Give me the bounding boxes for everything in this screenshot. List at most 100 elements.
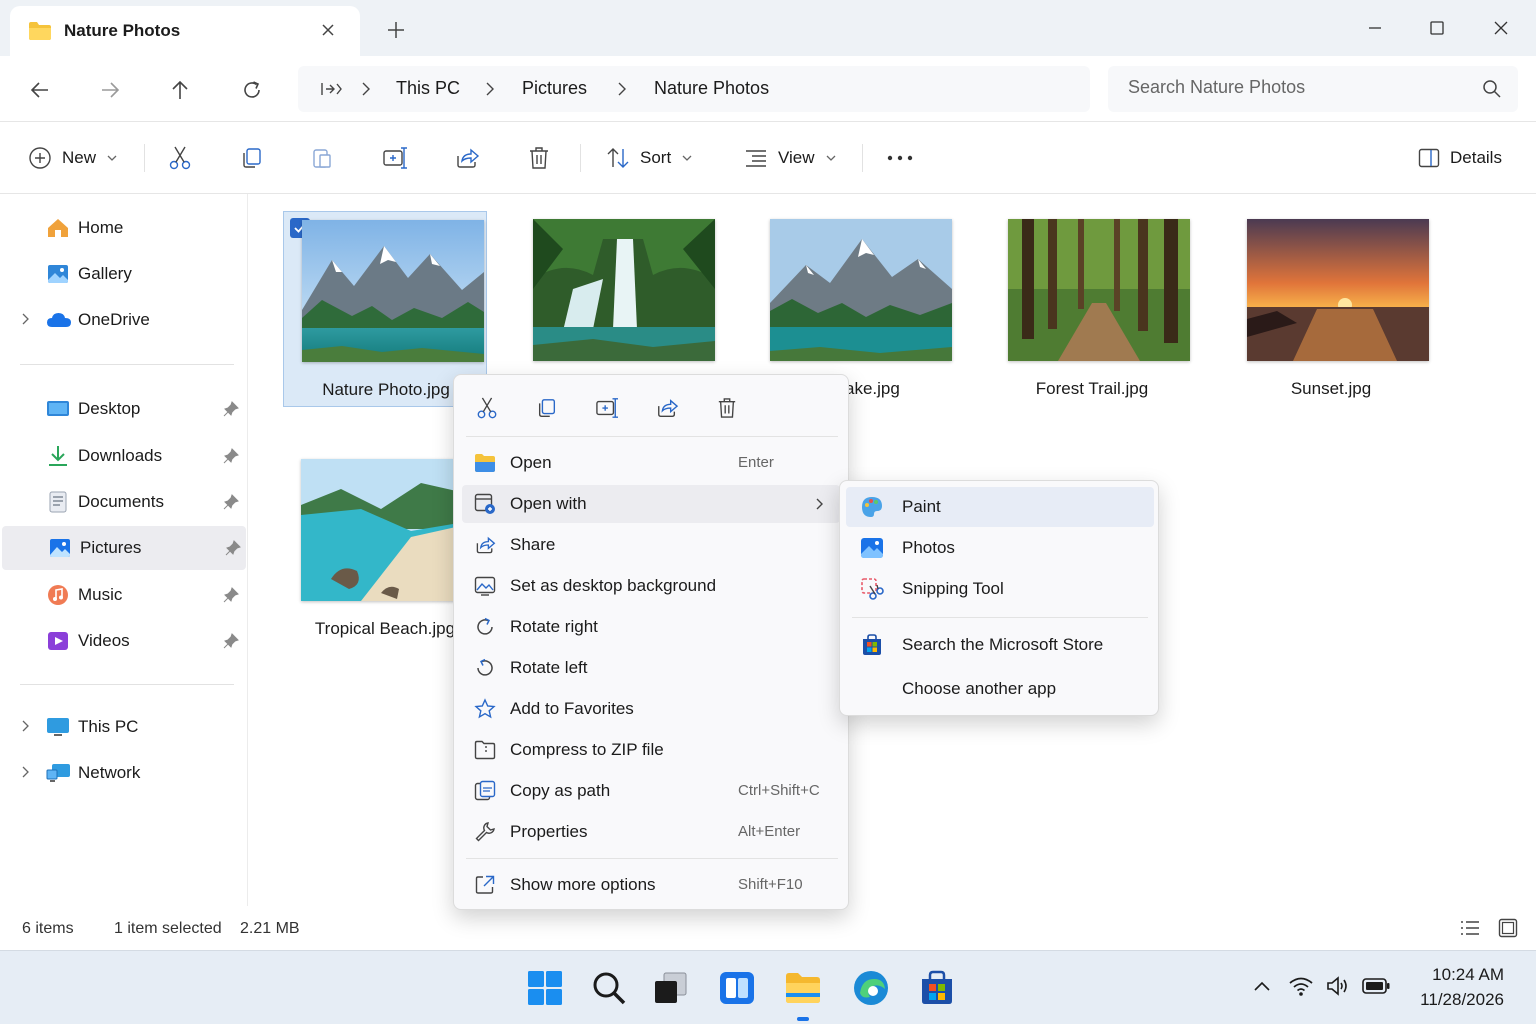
breadcrumb-nature-photos[interactable]: Nature Photos <box>654 78 769 99</box>
menu-item-show-more-options[interactable]: Show more options Shift+F10 <box>462 866 840 904</box>
widgets-icon[interactable] <box>718 969 756 1007</box>
sidebar-item-pictures[interactable]: Pictures <box>2 526 246 570</box>
sidebar-item-music[interactable]: Music <box>0 573 246 617</box>
back-arrow-icon[interactable] <box>20 70 60 110</box>
delete-button[interactable] <box>710 393 744 423</box>
breadcrumb-this-pc[interactable]: This PC <box>396 78 460 99</box>
details-view-icon[interactable] <box>1460 920 1480 936</box>
pin-icon[interactable] <box>222 493 240 511</box>
sidebar-item-videos[interactable]: Videos <box>0 619 246 663</box>
menu-item-open-with[interactable]: Open with <box>462 485 840 523</box>
plus-icon[interactable] <box>386 20 406 40</box>
close-icon[interactable] <box>320 22 336 38</box>
menu-item-open[interactable]: Open Enter <box>462 444 840 482</box>
file-item[interactable]: Forest Trail.jpg <box>990 211 1194 407</box>
clock-time[interactable]: 10:24 AM <box>1398 965 1504 985</box>
file-explorer-icon[interactable] <box>784 969 822 1007</box>
music-icon <box>46 583 70 607</box>
pin-icon[interactable] <box>222 447 240 465</box>
menu-item-set-desktop-background[interactable]: Set as desktop background <box>462 567 840 605</box>
minimize-icon[interactable] <box>1352 10 1398 46</box>
store-icon <box>860 633 884 657</box>
refresh-icon[interactable] <box>232 70 272 110</box>
cut-button[interactable] <box>470 393 504 423</box>
menu-item-rotate-left[interactable]: Rotate left <box>462 649 840 687</box>
menu-item-add-to-favorites[interactable]: Add to Favorites <box>462 690 840 728</box>
copy-icon <box>536 397 558 419</box>
search-input[interactable] <box>1128 77 1468 98</box>
task-view-icon[interactable] <box>652 969 690 1007</box>
submenu-item-snipping-tool[interactable]: Snipping Tool <box>846 569 1154 609</box>
address-bar[interactable]: This PC Pictures Nature Photos <box>298 66 1090 112</box>
pin-icon[interactable] <box>222 400 240 418</box>
paste-button[interactable] <box>310 142 334 174</box>
sidebar-item-home[interactable]: Home <box>0 206 246 250</box>
download-icon <box>46 444 70 468</box>
start-icon[interactable] <box>526 969 564 1007</box>
search-icon[interactable] <box>1482 79 1502 99</box>
menu-item-label: Rotate right <box>510 617 598 636</box>
delete-button[interactable] <box>528 142 550 174</box>
sidebar-item-documents[interactable]: Documents <box>0 480 246 524</box>
forward-arrow-icon[interactable] <box>90 70 130 110</box>
file-item[interactable]: Sunset.jpg <box>1229 211 1433 407</box>
sidebar-item-downloads[interactable]: Downloads <box>0 434 246 478</box>
pin-icon[interactable] <box>222 632 240 650</box>
menu-item-properties[interactable]: Properties Alt+Enter <box>462 813 840 851</box>
chevron-up-icon[interactable] <box>1252 979 1272 993</box>
tab-title: Nature Photos <box>64 21 181 40</box>
rename-button[interactable] <box>382 142 408 174</box>
new-button[interactable]: New <box>28 142 118 174</box>
more-options-button[interactable] <box>886 142 914 174</box>
menu-item-share[interactable]: Share <box>462 526 840 564</box>
share-button[interactable] <box>454 142 480 174</box>
wifi-icon[interactable] <box>1288 975 1314 997</box>
copy-button[interactable] <box>530 393 564 423</box>
expand-path-icon[interactable] <box>320 80 342 98</box>
up-arrow-icon[interactable] <box>160 70 200 110</box>
chevron-right-icon[interactable] <box>20 719 30 733</box>
copy-button[interactable] <box>240 142 264 174</box>
submenu-item-paint[interactable]: Paint <box>846 487 1154 527</box>
chevron-down-icon <box>681 153 693 163</box>
sidebar-item-desktop[interactable]: Desktop <box>0 387 246 431</box>
microsoft-store-icon[interactable] <box>918 969 956 1007</box>
close-window-icon[interactable] <box>1478 10 1524 46</box>
pin-icon[interactable] <box>222 586 240 604</box>
submenu-item-photos[interactable]: Photos <box>846 528 1154 568</box>
menu-item-copy-as-path[interactable]: Copy as path Ctrl+Shift+C <box>462 772 840 810</box>
trash-icon <box>717 397 737 419</box>
rename-icon <box>382 146 408 170</box>
sidebar-item-label: Gallery <box>78 264 132 283</box>
search-box[interactable] <box>1108 66 1518 112</box>
chevron-right-icon <box>616 80 628 98</box>
breadcrumb-pictures[interactable]: Pictures <box>522 78 587 99</box>
clock-date[interactable]: 11/28/2026 <box>1398 990 1504 1010</box>
volume-icon[interactable] <box>1326 975 1352 997</box>
sidebar-item-this-pc[interactable]: This PC <box>0 705 246 749</box>
edge-icon[interactable] <box>852 969 890 1007</box>
snipping-tool-icon <box>860 577 884 601</box>
sidebar-item-onedrive[interactable]: OneDrive <box>0 298 246 342</box>
sidebar-item-network[interactable]: Network <box>0 751 246 795</box>
selection-size: 2.21 MB <box>240 920 300 937</box>
chevron-right-icon[interactable] <box>20 765 30 779</box>
large-icons-view-icon[interactable] <box>1498 918 1518 938</box>
details-button[interactable]: Details <box>1418 142 1502 174</box>
rename-button[interactable] <box>590 393 624 423</box>
share-button[interactable] <box>650 393 684 423</box>
menu-item-compress-zip[interactable]: Compress to ZIP file <box>462 731 840 769</box>
taskbar-search-icon[interactable] <box>590 969 628 1007</box>
tab-nature-photos[interactable]: Nature Photos <box>10 6 360 56</box>
chevron-right-icon[interactable] <box>20 312 30 326</box>
cut-button[interactable] <box>168 142 192 174</box>
menu-item-rotate-right[interactable]: Rotate right <box>462 608 840 646</box>
maximize-icon[interactable] <box>1414 10 1460 46</box>
sort-button[interactable]: Sort <box>606 142 693 174</box>
pin-icon[interactable] <box>224 539 242 557</box>
battery-icon[interactable] <box>1362 977 1390 995</box>
submenu-item-microsoft-store[interactable]: Search the Microsoft Store <box>846 625 1154 665</box>
submenu-item-choose-another-app[interactable]: Choose another app <box>846 669 1154 709</box>
view-button[interactable]: View <box>744 142 837 174</box>
sidebar-item-gallery[interactable]: Gallery <box>0 252 246 296</box>
